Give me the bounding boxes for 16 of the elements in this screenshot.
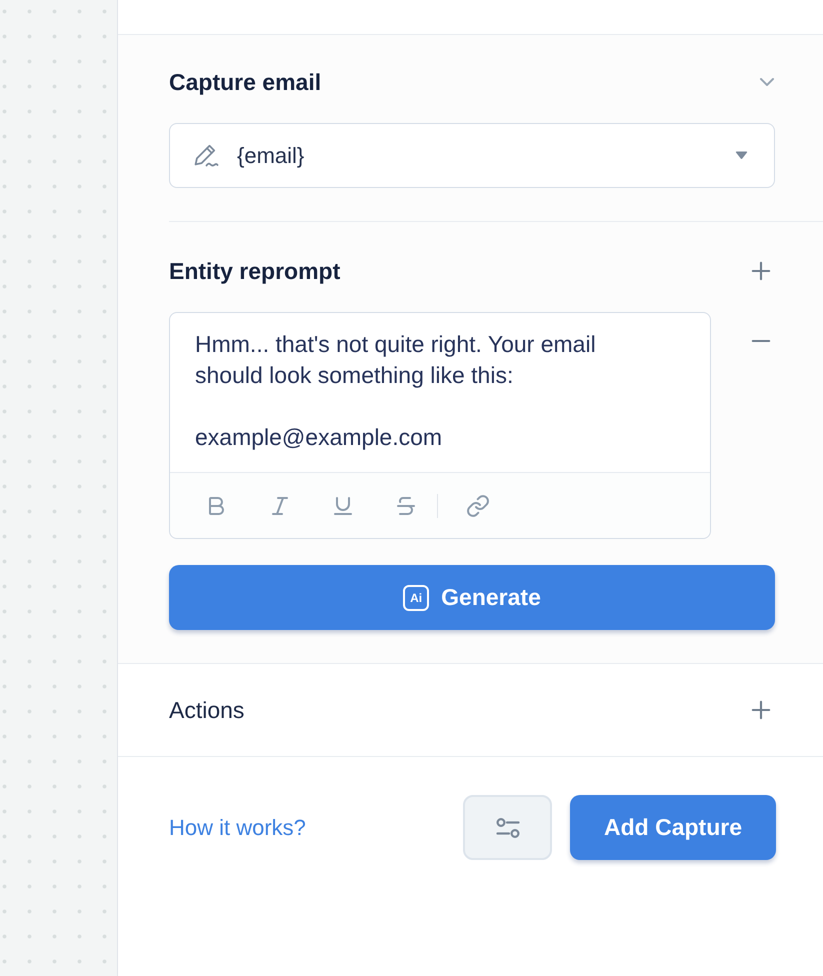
help-link[interactable]: How it works? — [169, 811, 306, 844]
generate-button[interactable]: Ai Generate — [169, 565, 775, 630]
sliders-button[interactable] — [463, 795, 552, 860]
variable-select[interactable]: {email} — [169, 123, 775, 188]
pencil-icon — [193, 142, 219, 168]
reprompt-text: Hmm... that's not quite right. Your email should look something like this: — [195, 330, 597, 390]
reprompt-editor[interactable]: Hmm... that's not quite right. Your email should look something like this: example@example.com — [169, 312, 711, 539]
link-icon[interactable] — [466, 494, 490, 518]
section-title: Capture email — [169, 68, 322, 97]
add-capture-button[interactable]: Add Capture — [570, 795, 776, 860]
section-title: Actions — [169, 696, 244, 725]
section-title: Entity reprompt — [169, 257, 340, 286]
reprompt-text: example@example.com — [195, 423, 444, 452]
ai-badge: Ai — [403, 584, 430, 610]
sliders-icon — [496, 818, 520, 838]
caret-down-icon — [735, 151, 748, 160]
